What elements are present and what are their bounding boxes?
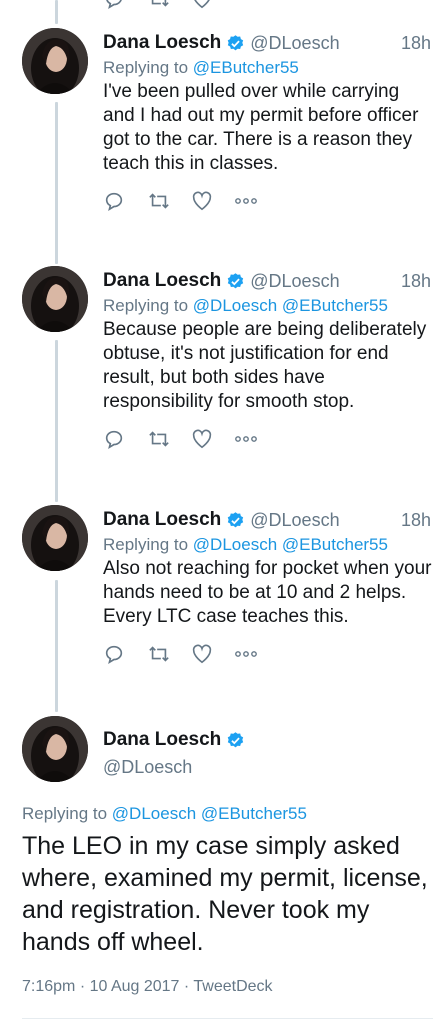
replying-to: Replying to @DLoesch @EButcher55 [22,804,307,824]
tweet-text: Also not reaching for pocket when your h… [103,558,432,627]
author-handle[interactable]: @DLoesch [103,757,245,778]
replying-label: Replying to [103,58,189,77]
reply-mentions[interactable]: @DLoesch @EButcher55 [193,296,388,315]
more-icon[interactable] [235,641,279,667]
replying-label: Replying to [103,296,189,315]
focus-tweet-text: The LEO in my case simply asked where, e… [22,832,428,956]
author-name[interactable]: Dana Loesch [103,729,221,751]
divider [22,1018,433,1019]
tweet-header: Dana Loesch @DLoesch 18h [103,30,433,56]
tweet-timestamp[interactable]: 7:16pm · 10 Aug 2017 · TweetDeck [22,978,273,996]
verified-badge-icon [226,272,245,291]
reply-icon[interactable] [103,0,147,12]
tweet-header: Dana Loesch @DLoesch 18h [103,268,433,294]
heart-icon[interactable] [191,0,235,12]
thread-line-2 [55,340,58,502]
tweet-actions [103,188,433,214]
tweet-time[interactable]: 18h [401,271,433,292]
heart-icon[interactable] [191,641,235,667]
more-icon[interactable] [235,426,279,452]
tweet-text: I've been pulled over while carrying and… [103,81,419,174]
more-icon[interactable] [235,188,279,214]
heart-icon[interactable] [191,426,235,452]
retweet-icon[interactable] [147,426,191,452]
tweet-actions [103,426,433,452]
tweet-time[interactable]: 18h [401,33,433,54]
avatar[interactable] [22,266,88,332]
reply-mentions[interactable]: @EButcher55 [193,58,299,77]
author-name[interactable]: Dana Loesch [103,509,221,531]
retweet-icon[interactable] [147,0,191,12]
reply-mentions[interactable]: @DLoesch @EButcher55 [112,804,307,823]
verified-badge-icon [226,731,245,750]
thread-line-3 [55,580,58,712]
author-handle[interactable]: @DLoesch [250,510,339,531]
replying-label: Replying to [22,804,108,823]
replying-to: Replying to @DLoesch @EButcher55 [103,533,433,557]
avatar[interactable] [22,716,88,782]
avatar[interactable] [22,505,88,571]
author-name[interactable]: Dana Loesch [103,32,221,54]
verified-badge-icon [226,34,245,53]
focus-header: Dana Loesch @DLoesch [103,727,245,778]
tweet-header: Dana Loesch @DLoesch 18h [103,507,433,533]
author-handle[interactable]: @DLoesch [250,33,339,54]
reply-icon[interactable] [103,426,147,452]
author-handle[interactable]: @DLoesch [250,271,339,292]
thread-line-1 [55,102,58,264]
verified-badge-icon [226,511,245,530]
replying-to: Replying to @EButcher55 [103,56,433,80]
reply-icon[interactable] [103,188,147,214]
author-name[interactable]: Dana Loesch [103,270,221,292]
retweet-icon[interactable] [147,188,191,214]
thread-line-top [55,0,58,24]
heart-icon[interactable] [191,188,235,214]
replying-label: Replying to [103,535,189,554]
tweet-time[interactable]: 18h [401,510,433,531]
replying-to: Replying to @DLoesch @EButcher55 [103,294,433,318]
reply-mentions[interactable]: @DLoesch @EButcher55 [193,535,388,554]
prev-tweet-actions [103,0,235,9]
reply-icon[interactable] [103,641,147,667]
tweet-actions [103,641,433,667]
retweet-icon[interactable] [147,641,191,667]
avatar[interactable] [22,28,88,94]
tweet-text: Because people are being deliberately ob… [103,319,427,412]
